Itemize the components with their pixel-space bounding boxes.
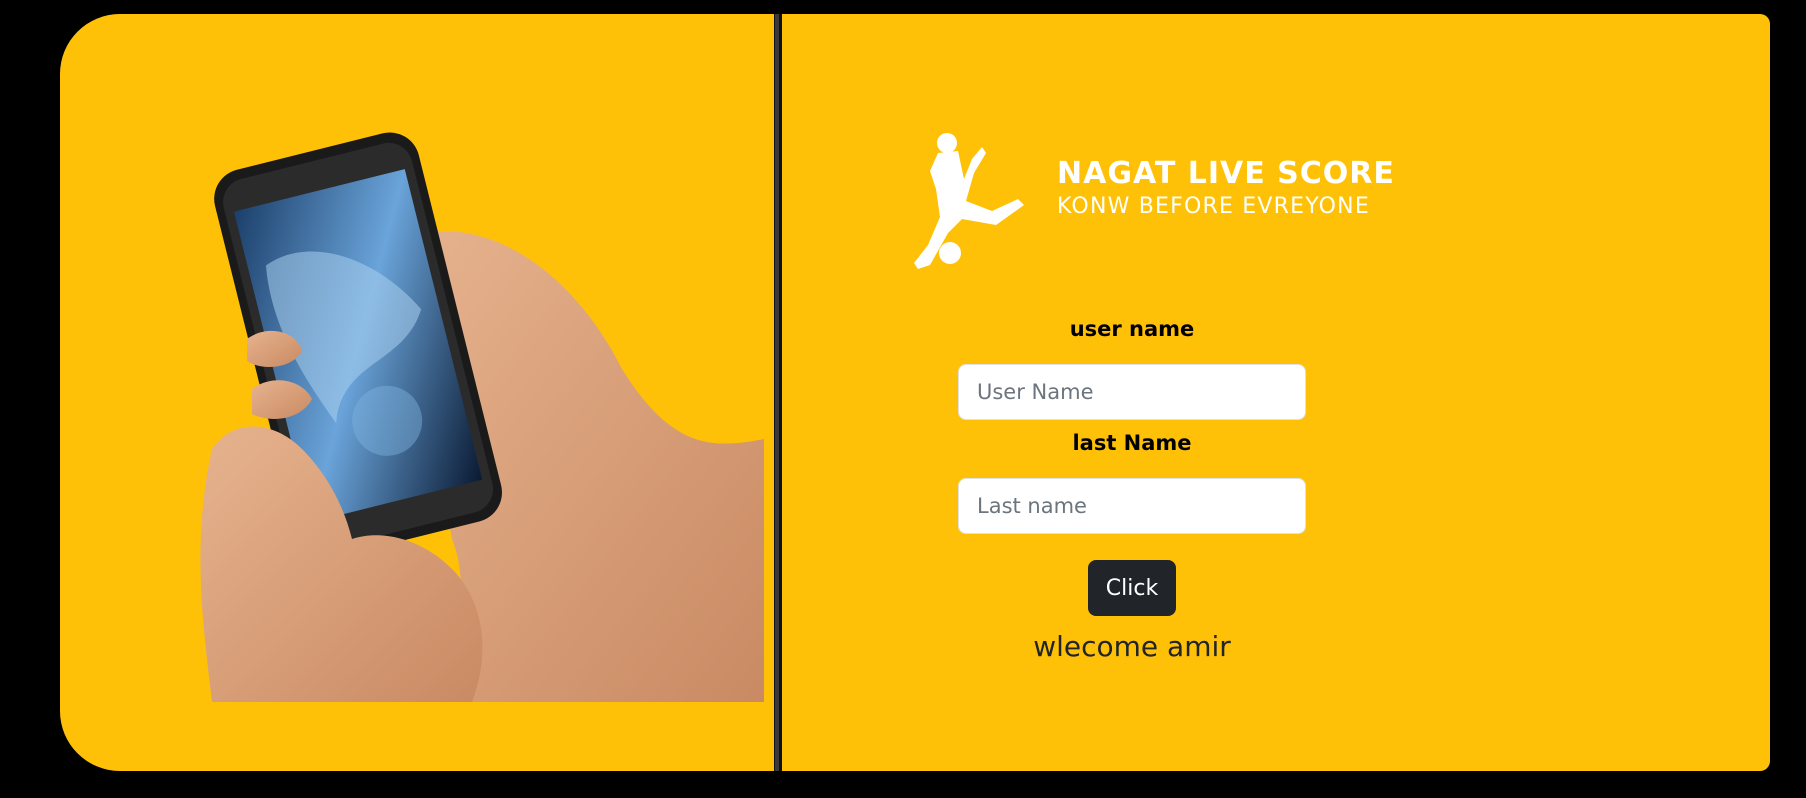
- brand-title: NAGAT LIVE SCORE: [1057, 156, 1395, 191]
- left-panel: [60, 14, 774, 771]
- brand-tagline: KONW BEFORE EVREYONE: [1057, 194, 1370, 219]
- hand-holding-phone-image: [200, 132, 764, 702]
- soccer-player-icon: [914, 133, 1024, 269]
- username-label: user name: [1069, 317, 1195, 341]
- lastname-label: last Name: [1072, 431, 1192, 455]
- login-form: user name last Name Click wlecome amir: [957, 314, 1307, 663]
- page: NAGAT LIVE SCORE KONW BEFORE EVREYONE us…: [0, 0, 1806, 798]
- lastname-input[interactable]: [958, 478, 1306, 534]
- panel-divider: [774, 14, 782, 771]
- username-input[interactable]: [958, 364, 1306, 420]
- welcome-message: wlecome amir: [1033, 630, 1231, 663]
- click-button[interactable]: Click: [1087, 560, 1177, 616]
- button-row: Click: [957, 560, 1307, 616]
- right-panel: NAGAT LIVE SCORE KONW BEFORE EVREYONE us…: [782, 14, 1770, 771]
